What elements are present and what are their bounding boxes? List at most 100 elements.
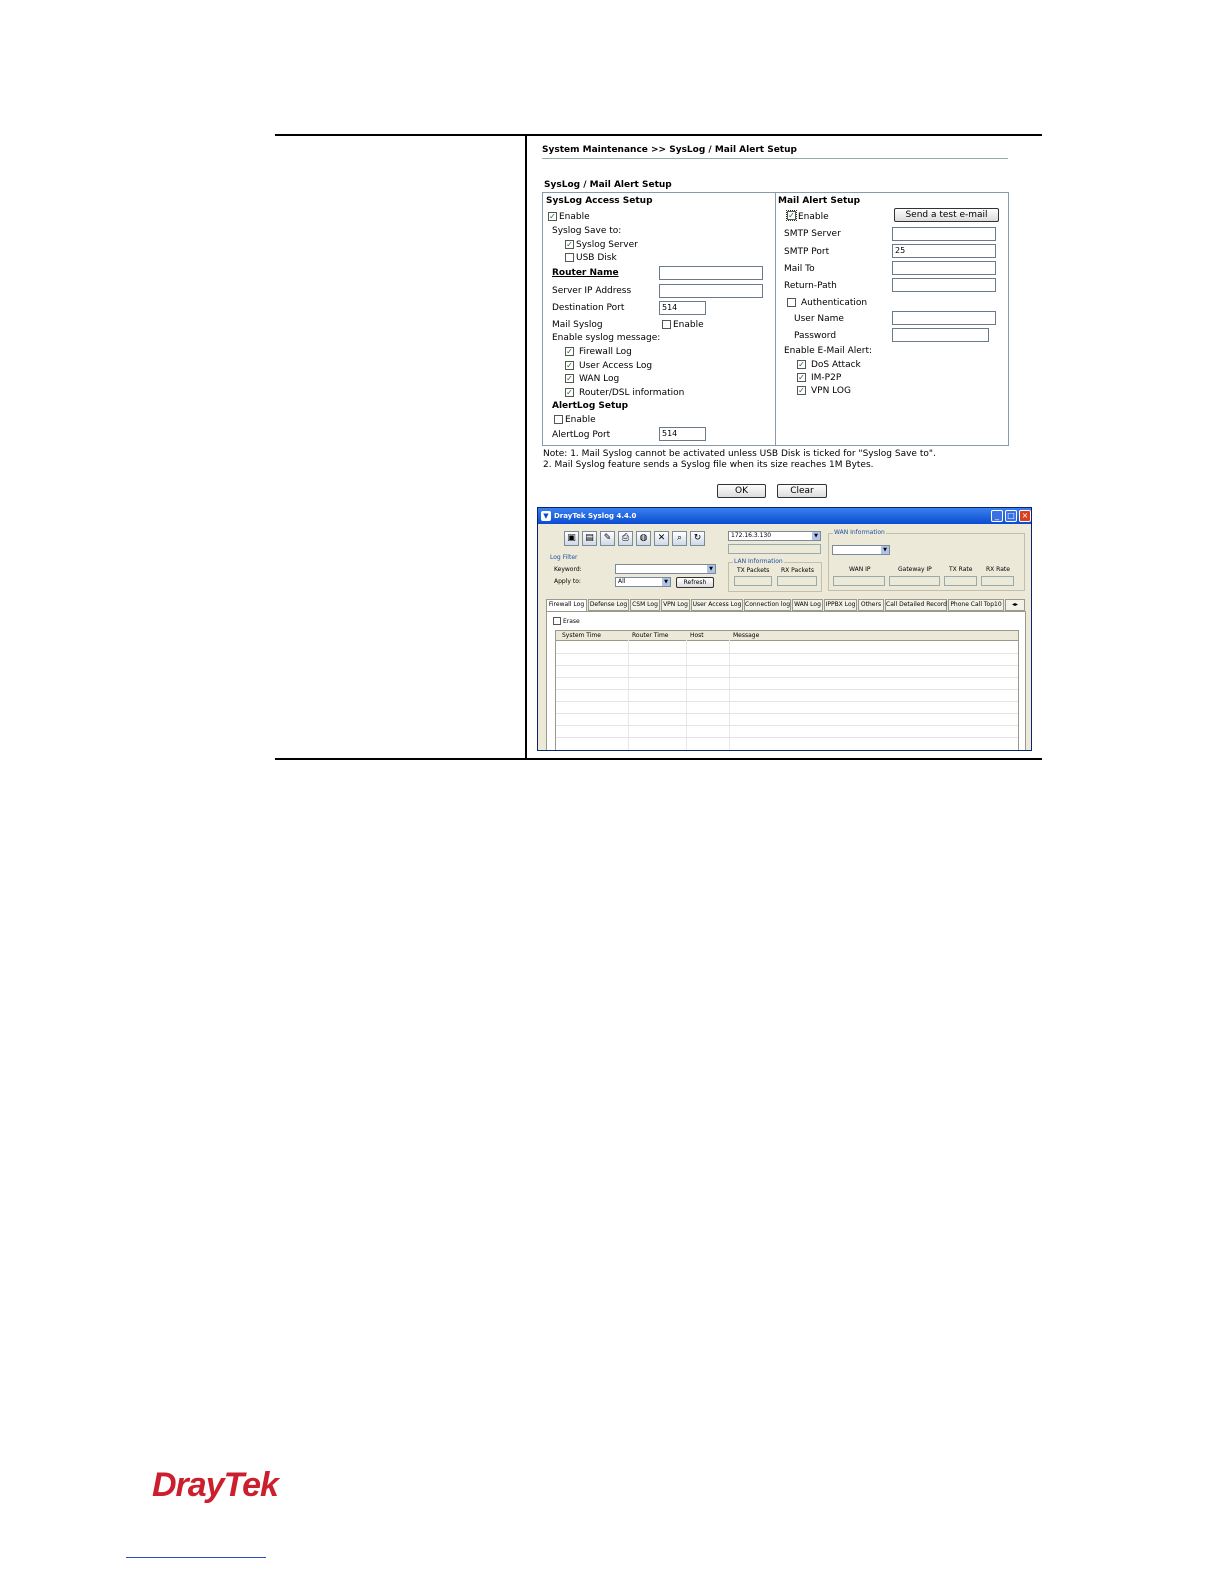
send-test-email-button[interactable]: Send a test e-mail — [894, 208, 999, 222]
maximize-icon[interactable]: □ — [1005, 510, 1017, 522]
router-dsl-checkbox[interactable]: ✓ — [565, 388, 574, 397]
im-p2p-label: IM-P2P — [811, 373, 842, 383]
wan-log-label: WAN Log — [579, 374, 620, 384]
table-row — [556, 653, 1018, 654]
syslog-app-window: ▼ DrayTek Syslog 4.4.0 _ □ × ▣ ▤ ✎ ⎙ ◍ ✕… — [537, 507, 1032, 751]
alertlog-port-input[interactable]: 514 — [659, 427, 706, 441]
rx-rate-value — [981, 576, 1014, 586]
tab-others[interactable]: Others — [858, 599, 884, 611]
return-path-input[interactable] — [892, 278, 996, 292]
firewall-log-checkbox[interactable]: ✓ — [565, 347, 574, 356]
vpn-log-checkbox[interactable]: ✓ — [797, 386, 806, 395]
dos-attack-label: DoS Attack — [811, 360, 861, 370]
tx-packets-value — [734, 576, 772, 586]
syslog-enable-checkbox[interactable]: ✓ — [548, 212, 557, 221]
tx-rate-value — [944, 576, 977, 586]
router-ip-value: 172.16.3.130 — [731, 532, 772, 539]
close-icon[interactable]: × — [1019, 510, 1031, 522]
tab-phone-call-top10[interactable]: Phone Call Top10 — [948, 599, 1004, 611]
tab-ippbx-log[interactable]: IPPBX Log — [824, 599, 857, 611]
refresh-button[interactable]: Refresh — [676, 577, 714, 588]
save-icon[interactable]: ▣ — [564, 531, 579, 546]
mail-syslog-label: Mail Syslog — [552, 320, 603, 330]
table-row — [556, 665, 1018, 666]
syslog-mail-alert-setup-panel: System Maintenance >> SysLog / Mail Aler… — [528, 136, 1042, 500]
im-p2p-checkbox[interactable]: ✓ — [797, 373, 806, 382]
mail-enable-checkbox[interactable]: ✓ — [786, 210, 797, 221]
erase-checkbox[interactable] — [553, 617, 561, 625]
tab-vpn-log[interactable]: VPN Log — [661, 599, 690, 611]
smtp-server-input[interactable] — [892, 227, 996, 241]
log-table: System Time Router Time Host Message — [555, 630, 1019, 750]
tab-connection-log[interactable]: Connection log — [744, 599, 791, 611]
syslog-server-checkbox[interactable]: ✓ — [565, 240, 574, 249]
grid-column-line — [686, 631, 687, 750]
password-input[interactable] — [892, 328, 989, 342]
user-access-log-checkbox[interactable]: ✓ — [565, 361, 574, 370]
ok-button[interactable]: OK — [717, 484, 766, 498]
keyword-input[interactable]: ▼ — [615, 564, 716, 574]
authentication-checkbox[interactable] — [787, 298, 796, 307]
column-system-time[interactable]: System Time — [558, 631, 601, 641]
settings-divider — [775, 192, 776, 446]
keyword-label: Keyword: — [554, 566, 582, 573]
mail-alert-title: Mail Alert Setup — [778, 196, 861, 206]
destination-port-input[interactable]: 514 — [659, 301, 706, 315]
router-status-box — [728, 544, 821, 554]
chevron-down-icon: ▼ — [662, 578, 670, 586]
chevron-down-icon: ▼ — [812, 532, 820, 540]
apply-to-label: Apply to: — [554, 578, 581, 585]
router-name-input[interactable] — [659, 266, 763, 280]
alertlog-enable-checkbox[interactable] — [554, 415, 563, 424]
window-titlebar: ▼ DrayTek Syslog 4.4.0 — [538, 508, 1031, 524]
apply-to-select[interactable]: All ▼ — [615, 577, 671, 587]
rx-packets-value — [777, 576, 817, 586]
refresh-icon[interactable]: ↻ — [690, 531, 705, 546]
router-ip-select[interactable]: 172.16.3.130 ▼ — [728, 531, 821, 541]
wan-log-checkbox[interactable]: ✓ — [565, 374, 574, 383]
mail-syslog-checkbox[interactable] — [662, 320, 671, 329]
table-row — [556, 677, 1018, 678]
tab-csm-log[interactable]: CSM Log — [630, 599, 660, 611]
tab-user-access-log[interactable]: User Access Log — [691, 599, 743, 611]
footer-link-underline — [126, 1557, 266, 1558]
mail-to-input[interactable] — [892, 261, 996, 275]
search-icon[interactable]: ⌕ — [672, 531, 687, 546]
server-ip-input[interactable] — [659, 284, 763, 298]
clear-button[interactable]: Clear — [777, 484, 827, 498]
section-title: SysLog / Mail Alert Setup — [544, 180, 672, 190]
table-row — [556, 701, 1018, 702]
wan-select[interactable]: ▼ — [832, 545, 890, 555]
usb-disk-checkbox[interactable] — [565, 253, 574, 262]
column-host[interactable]: Host — [686, 631, 704, 641]
mail-enable-label: Enable — [798, 212, 829, 222]
minimize-icon[interactable]: _ — [991, 510, 1003, 522]
open-icon[interactable]: ▤ — [582, 531, 597, 546]
tx-rate-label: TX Rate — [949, 566, 973, 573]
globe-icon[interactable]: ◍ — [636, 531, 651, 546]
syslog-server-label: Syslog Server — [576, 240, 638, 250]
breadcrumb-divider — [542, 158, 1008, 159]
column-message[interactable]: Message — [729, 631, 759, 641]
firewall-log-label: Firewall Log — [579, 347, 632, 357]
smtp-port-label: SMTP Port — [784, 247, 830, 257]
authentication-label: Authentication — [801, 298, 868, 308]
smtp-port-input[interactable]: 25 — [892, 244, 996, 258]
router-name-label: Router Name — [552, 268, 619, 278]
note-line-1: Note: 1. Mail Syslog cannot be activated… — [543, 449, 936, 459]
tab-wan-log[interactable]: WAN Log — [792, 599, 823, 611]
print-icon[interactable]: ⎙ — [618, 531, 633, 546]
apply-to-value: All — [618, 578, 626, 585]
tab-call-detailed-record[interactable]: Call Detailed Record — [885, 599, 947, 611]
return-path-label: Return-Path — [784, 281, 837, 291]
smtp-server-label: SMTP Server — [784, 229, 841, 239]
tab-defense-log[interactable]: Defense Log — [588, 599, 629, 611]
dos-attack-checkbox[interactable]: ✓ — [797, 360, 806, 369]
router-dsl-label: Router/DSL information — [579, 388, 685, 398]
edit-icon[interactable]: ✎ — [600, 531, 615, 546]
tab-scroll-arrows-icon[interactable]: ◂▸ — [1005, 599, 1025, 611]
tools-icon[interactable]: ✕ — [654, 531, 669, 546]
column-router-time[interactable]: Router Time — [628, 631, 668, 641]
user-name-input[interactable] — [892, 311, 996, 325]
table-column-divider — [525, 134, 527, 760]
